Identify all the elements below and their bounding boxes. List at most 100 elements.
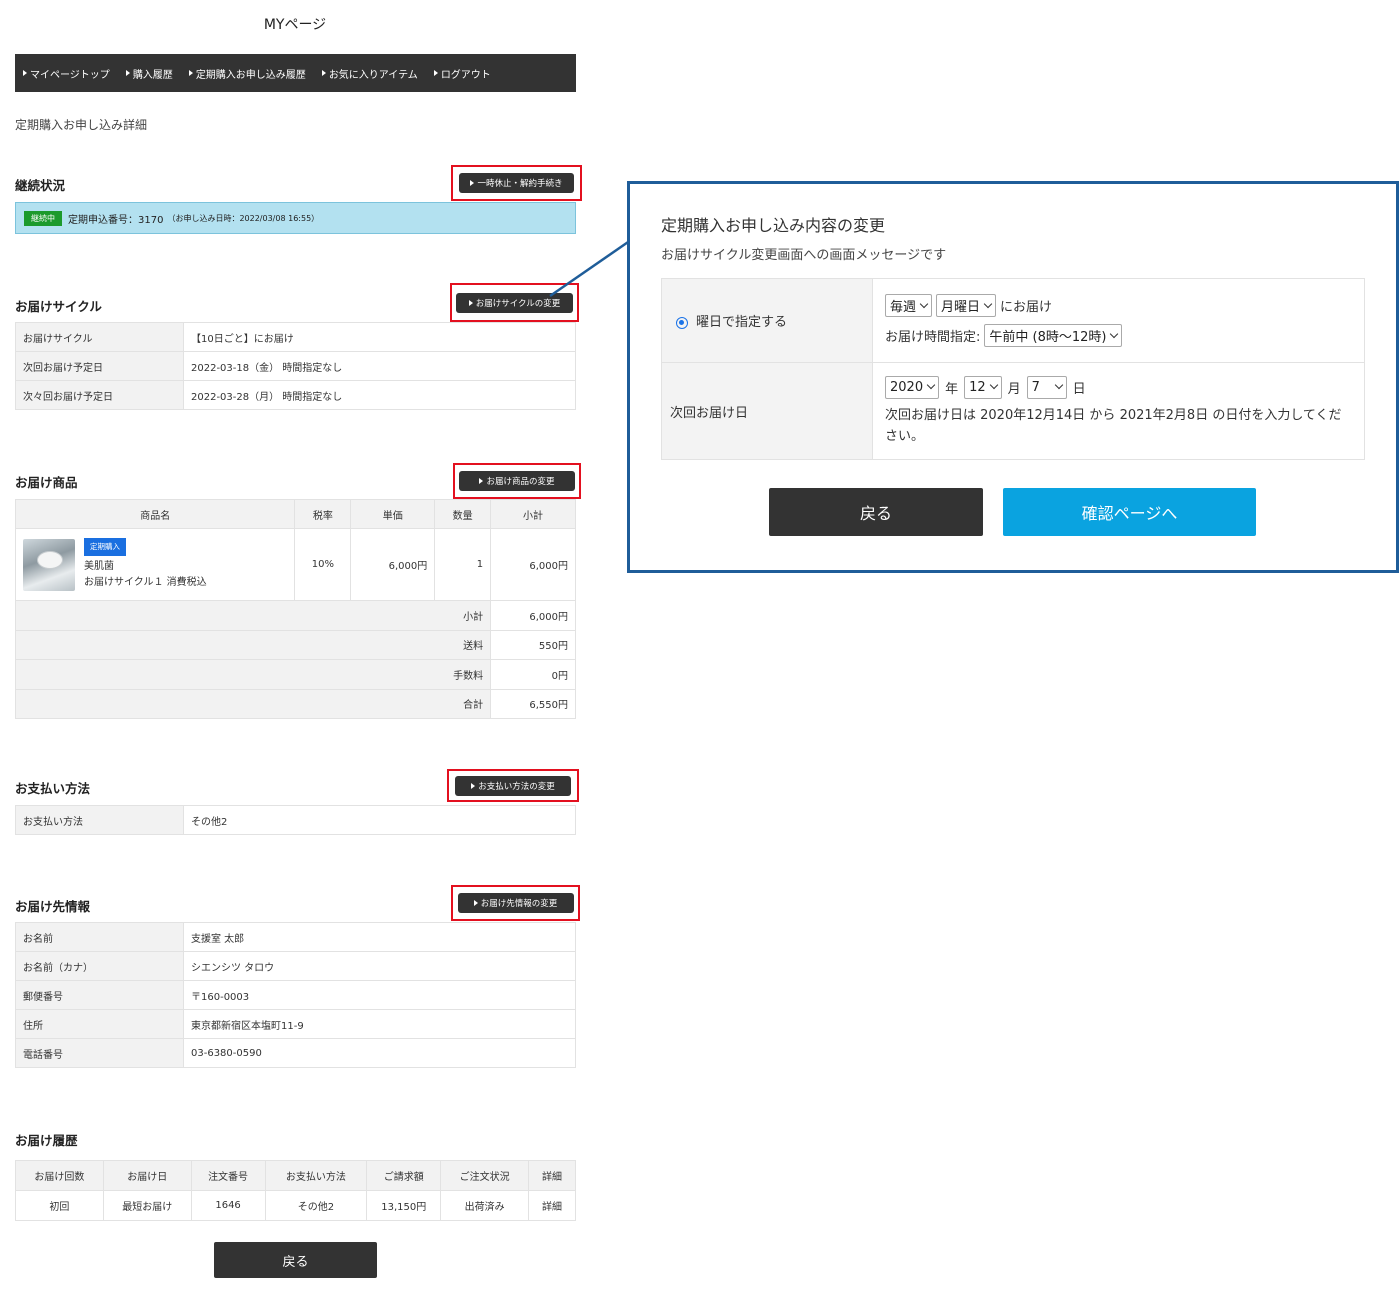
summary-value: 6,550円 [490, 688, 576, 719]
row-value: 東京都新宿区本塩町11-9 [183, 1009, 576, 1039]
summary-row: 送料 550円 [14, 629, 576, 660]
products-table: 商品名 税率 単価 数量 小計 定期購入 美肌菌 お届けサイクル１ 消費税込 1… [14, 499, 576, 719]
day-unit: 日 [1072, 381, 1086, 397]
highlight-box: お届け先情報の変更 [451, 885, 580, 921]
row-value: 支援室 太郎 [183, 922, 576, 952]
year-select[interactable]: 2020 [885, 375, 940, 399]
change-products-button[interactable]: お届け商品の変更 [459, 471, 575, 491]
table-row: 定期購入 美肌菌 お届けサイクル１ 消費税込 10% 6,000円 1 6,00… [14, 528, 576, 601]
row-key: 次々回お届け予定日 [15, 380, 184, 410]
payment-method: その他2 [264, 1190, 368, 1221]
row-key: 郵便番号 [15, 980, 184, 1010]
col-header: 数量 [434, 499, 492, 529]
summary-value: 0円 [490, 659, 576, 690]
month-unit: 月 [1007, 381, 1021, 397]
panel-title: 定期購入お申し込み内容の変更 [661, 216, 886, 235]
highlight-box: 一時休止・解約手続き [451, 165, 582, 201]
nav-item-subscriptions[interactable]: 定期購入お申し込み履歴 [188, 66, 306, 81]
table-header-row: 商品名 税率 単価 数量 小計 [14, 499, 576, 529]
caret-right-icon [23, 70, 27, 76]
caret-right-icon [470, 180, 475, 186]
product-name: 美肌菌 [84, 561, 114, 572]
col-header: 税率 [294, 499, 352, 529]
time-select[interactable]: 午前中 (8時〜12時) [984, 324, 1123, 347]
chevron-down-icon [1054, 380, 1063, 390]
table-row: 初回 最短お届け 1646 その他2 13,150円 出荷済み 詳細 [15, 1190, 576, 1221]
col-header: ご請求額 [366, 1160, 442, 1191]
table-row: お届けサイクル 【10日ごと】にお届け [15, 322, 576, 352]
col-header: ご注文状況 [440, 1160, 530, 1191]
unit-price: 6,000円 [350, 528, 436, 601]
caret-right-icon [433, 70, 438, 76]
quantity: 1 [434, 528, 492, 601]
detail-link[interactable]: 詳細 [528, 1190, 576, 1221]
col-header: 詳細 [528, 1160, 576, 1191]
panel-back-button[interactable]: 戻る [769, 488, 983, 536]
row-key: お名前（カナ） [15, 951, 184, 981]
back-button[interactable]: 戻る [214, 1242, 377, 1278]
billing-amount: 13,150円 [366, 1190, 442, 1221]
summary-value: 550円 [490, 629, 576, 660]
row-value: 03-6380-0590 [183, 1038, 576, 1068]
col-header: 単価 [350, 499, 436, 529]
nav-item-top[interactable]: マイページトップ [23, 66, 110, 81]
suspend-cancel-button[interactable]: 一時休止・解約手続き [459, 173, 574, 193]
col-header: 小計 [490, 499, 576, 529]
table-row: 住所 東京都新宿区本塩町11-9 [15, 1009, 576, 1039]
col-header: お届け日 [102, 1160, 192, 1191]
cycle-form-table: 曜日で指定する 毎週 月曜日 にお届け お届け時間指定: 午前中 (8時〜12時… [661, 278, 1365, 460]
row-key: 電話番号 [15, 1038, 184, 1068]
section-subtitle: 定期購入お申し込み詳細 [15, 118, 148, 132]
nav-item-logout[interactable]: ログアウト [433, 66, 491, 81]
chevron-down-icon [926, 380, 936, 390]
frequency-select[interactable]: 毎週 [885, 294, 933, 317]
row-value: 〒160-0003 [183, 980, 576, 1010]
table-row: 次回お届け予定日 2022-03-18（金） 時間指定なし [15, 351, 576, 381]
caret-right-icon [471, 782, 476, 789]
subscription-badge: 定期購入 [84, 538, 126, 556]
confirm-page-button[interactable]: 確認ページへ [1003, 488, 1256, 536]
row-value: 2022-03-28（月） 時間指定なし [183, 380, 576, 410]
product-cell: 定期購入 美肌菌 お届けサイクル１ 消費税込 [14, 528, 296, 601]
payment-table: お支払い方法 その他2 [15, 805, 576, 835]
caret-right-icon [321, 70, 326, 76]
subscription-number: 定期申込番号：3170 [68, 214, 164, 226]
weekday-radio[interactable] [676, 316, 688, 329]
next-date-fields: 2020 年 12 月 7 日 次回お届け日は 2020年12月14日 から 2… [872, 362, 1365, 460]
table-row: お支払い方法 その他2 [15, 805, 576, 835]
row-key: 住所 [15, 1009, 184, 1039]
history-table: お届け回数 お届け日 注文番号 お支払い方法 ご請求額 ご注文状況 詳細 初回 … [15, 1160, 576, 1221]
day-select[interactable]: 7 [1026, 375, 1067, 399]
col-header: 商品名 [14, 499, 296, 529]
nav-item-history[interactable]: 購入履歴 [125, 66, 173, 81]
change-payment-button[interactable]: お支払い方法の変更 [455, 775, 571, 796]
month-select[interactable]: 12 [964, 375, 1002, 399]
caret-right-icon [125, 70, 130, 76]
status-title: 継続状況 [15, 178, 66, 193]
status-box: 継続中 定期申込番号：3170 （お申し込み日時：2022/03/08 16:5… [15, 202, 576, 234]
order-number: 1646 [190, 1190, 266, 1221]
date-range-note: 次回お届け日は 2020年12月14日 から 2021年2月8日 の日付を入力し… [885, 407, 1342, 444]
change-address-button[interactable]: お届け先情報の変更 [457, 893, 574, 913]
weekday-select[interactable]: 月曜日 [936, 294, 997, 317]
row-key: お届けサイクル [15, 322, 184, 352]
product-image [23, 538, 75, 591]
mypage-nav: マイページトップ 購入履歴 定期購入お申し込み履歴 お気に入りアイテム ログアウ… [15, 54, 576, 92]
highlight-box: お届け商品の変更 [453, 463, 581, 499]
row-value: その他2 [183, 805, 576, 835]
history-title: お届け履歴 [15, 1133, 78, 1148]
panel-message: お届けサイクル変更画面への画面メッセージです [661, 248, 947, 263]
table-row: 次々回お届け予定日 2022-03-28（月） 時間指定なし [15, 380, 576, 410]
chevron-down-icon [989, 380, 998, 390]
nav-item-favorites[interactable]: お気に入りアイテム [321, 66, 418, 81]
address-title: お届け先情報 [15, 899, 91, 914]
row-key: お支払い方法 [15, 805, 184, 835]
col-header: 注文番号 [190, 1160, 266, 1191]
summary-row: 合計 6,550円 [14, 688, 576, 719]
deliver-suffix: にお届け [1000, 300, 1053, 315]
product-cycle: お届けサイクル１ 消費税込 [84, 577, 207, 588]
cycle-table: お届けサイクル 【10日ごと】にお届け 次回お届け予定日 2022-03-18（金）… [15, 322, 576, 410]
cycle-title: お届けサイクル [15, 299, 102, 314]
payment-title: お支払い方法 [15, 781, 91, 796]
chevron-down-icon [983, 299, 993, 308]
